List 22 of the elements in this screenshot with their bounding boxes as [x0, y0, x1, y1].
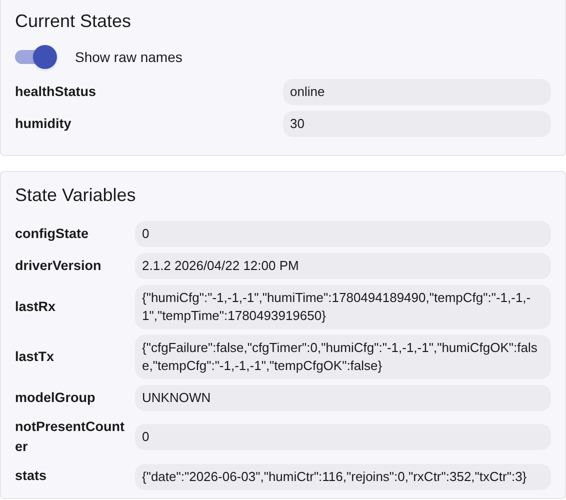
field-name: lastTx	[15, 348, 56, 366]
section-title: State Variables	[15, 184, 136, 207]
toggle-label: Show raw names	[75, 48, 182, 66]
field-value: online	[283, 79, 551, 105]
field-name: modelGroup	[15, 388, 96, 407]
field-name: humidity	[15, 114, 72, 133]
field-value: {"date":"2026-06-03","humiCtr":116,"rejoins":0,"rxCtr":352,"txCtr":3}	[135, 464, 551, 490]
field-value: 30	[283, 111, 551, 137]
field-value: UNKNOWN	[135, 385, 551, 411]
field-value: 0	[135, 424, 551, 450]
field-name: driverVersion	[15, 256, 102, 275]
section-title: Current States	[15, 10, 132, 33]
field-name: notPresentCounter	[15, 418, 126, 456]
field-name: healthStatus	[15, 82, 98, 101]
field-name: stats	[15, 467, 48, 486]
toggle-switch[interactable]	[15, 45, 57, 69]
field-value: 0	[135, 221, 551, 247]
field-name: configState	[15, 224, 90, 243]
field-value: {"humiCfg":"-1,-1,-1","humiTime":1780494189490,"tempCfg":"-1,-1,-1","tempTime":1780493919650}	[135, 285, 551, 329]
field-value: 2.1.2 2026/04/22 12:00 PM	[135, 253, 551, 279]
field-name: lastRx	[15, 298, 57, 316]
field-value: {"cfgFailure":false,"cfgTimer":0,"humiCfg":"-1,-1,-1","humiCfgOK":false,"tempCfg":"-1,-1,-1","tempCfgOK":false}	[135, 335, 551, 379]
